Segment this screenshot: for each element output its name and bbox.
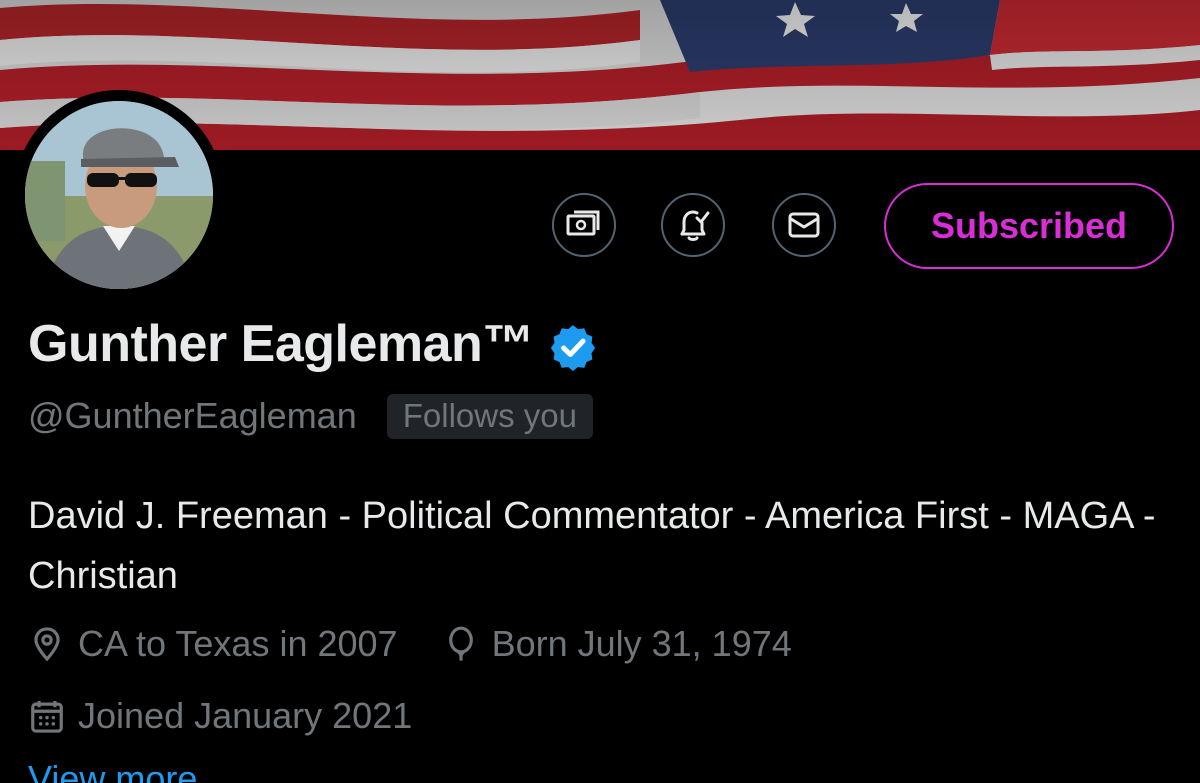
notifications-button[interactable] <box>661 193 725 257</box>
handle-row: @GuntherEagleman Follows you <box>28 392 593 440</box>
birthday-item: Born July 31, 1974 <box>442 623 792 665</box>
avatar[interactable] <box>25 101 213 289</box>
balloon-icon <box>448 626 473 661</box>
profile-name-row: Gunther Eagleman™ <box>28 312 598 376</box>
message-button[interactable] <box>772 193 836 257</box>
calendar-icon <box>31 700 63 733</box>
location-pin-icon <box>34 627 60 662</box>
profile-bio: David J. Freeman - Political Commentator… <box>28 495 1156 597</box>
verified-badge-icon[interactable] <box>548 322 598 372</box>
location-text: CA to Texas in 2007 <box>78 623 398 664</box>
profile-name: Gunther Eagleman™ <box>28 315 534 373</box>
bell-check-icon <box>680 210 710 241</box>
joined-item: Joined January 2021 <box>28 695 412 737</box>
subscribed-button[interactable]: Subscribed <box>884 183 1174 269</box>
profile-joined-row: Joined January 2021 <box>28 692 412 740</box>
money-icon <box>566 210 600 236</box>
mail-icon <box>788 212 820 238</box>
tip-button[interactable] <box>552 193 616 257</box>
birthday-text: Born July 31, 1974 <box>491 623 792 664</box>
location-item: CA to Texas in 2007 <box>28 623 398 665</box>
joined-text: Joined January 2021 <box>78 695 413 736</box>
view-more-link[interactable]: View more <box>28 758 197 783</box>
profile-meta-row: CA to Texas in 2007 Born July 31, 1974 <box>28 620 792 668</box>
profile-photo <box>25 101 213 289</box>
profile-handle: @GuntherEagleman <box>28 395 357 436</box>
follows-you-badge: Follows you <box>386 393 593 439</box>
